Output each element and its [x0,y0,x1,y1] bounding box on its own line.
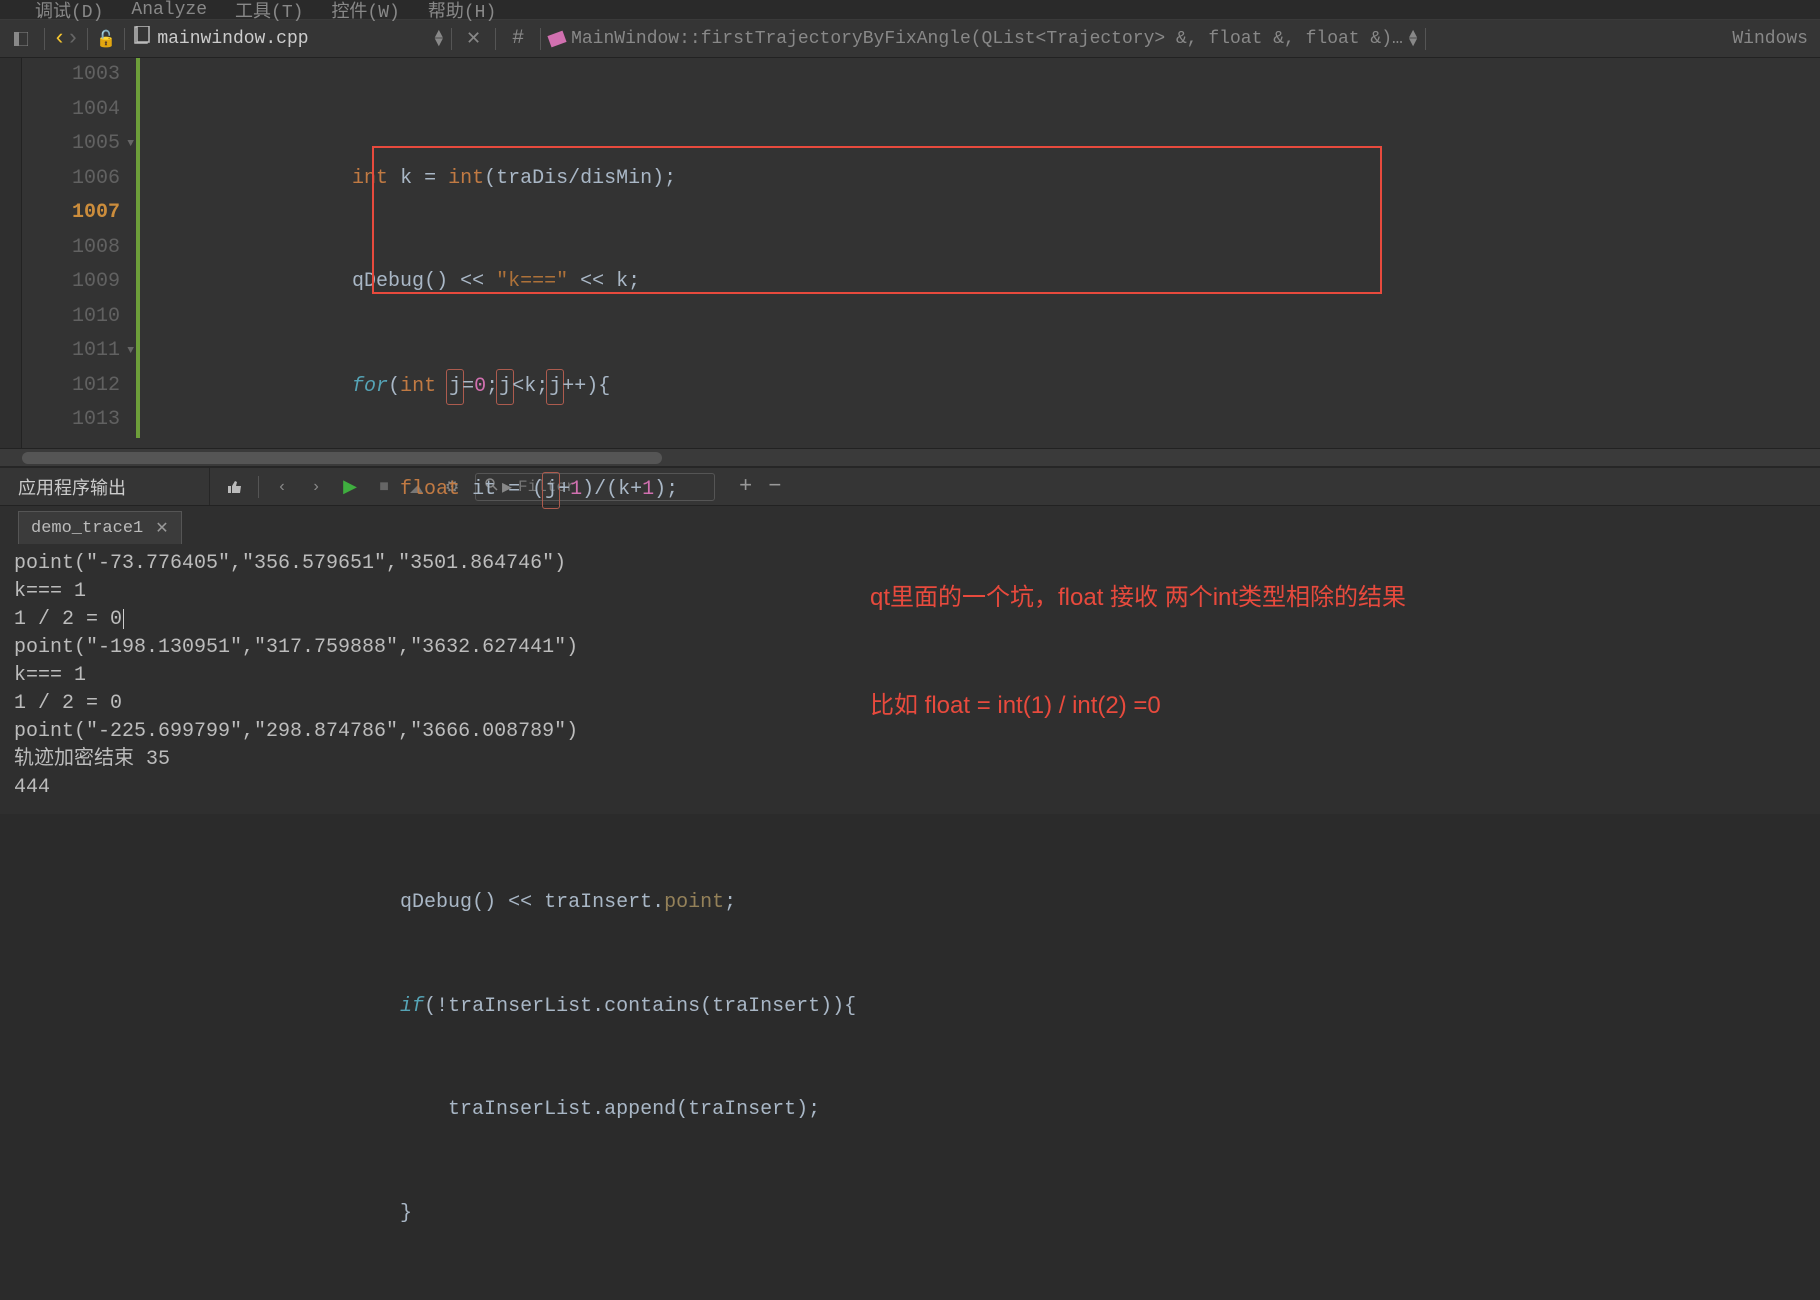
line-number: 1008 [22,231,120,266]
separator [451,28,452,50]
text-cursor [123,609,124,629]
sidebar-toggle-icon[interactable] [10,28,32,50]
horizontal-scrollbar[interactable] [0,448,1820,466]
line-number: 1006 [22,162,120,197]
annotation-text: qt里面的一个坑，float 接收 两个int类型相除的结果 [870,584,1406,612]
file-name[interactable]: mainwindow.cpp [157,29,308,49]
code-editor: 1003 1004 1005▼ 1006 1007 1008 1009 1010… [0,58,1820,448]
menu-help[interactable]: 帮助(H) [428,0,496,23]
menu-bar: 调试(D) Analyze 工具(T) 控件(W) 帮助(H) [0,0,1820,20]
line-number: 1010 [22,300,120,335]
fold-icon[interactable]: ▼ [127,334,134,369]
left-margin-strip [0,58,22,448]
nav-back-icon[interactable]: ‹ [53,26,66,51]
console-line: 轨迹加密结束 35 [14,746,1806,774]
code-area[interactable]: int k = int(traDis/disMin); qDebug() << … [140,58,1820,448]
line-number: 1003 [22,58,120,93]
nav-forward-icon[interactable]: › [66,26,79,51]
console-line: k=== 1 [14,662,1806,690]
menu-widgets[interactable]: 控件(W) [331,0,399,23]
scrollbar-thumb[interactable] [22,452,662,464]
platform-label[interactable]: Windows [1732,29,1808,49]
symbol-breadcrumb[interactable]: MainWindow::firstTrajectoryByFixAngle(QL… [571,29,1403,49]
separator [87,28,88,50]
line-number-gutter: 1003 1004 1005▼ 1006 1007 1008 1009 1010… [22,58,140,448]
fold-icon[interactable]: ▼ [127,127,134,162]
console-output[interactable]: point("-73.776405","356.579651","3501.86… [0,544,1820,814]
line-number: 1013 [22,403,120,438]
code-line: qDebug() << "k===" << k; [148,265,1820,300]
symbol-tag-icon [548,30,567,47]
menu-tools[interactable]: 工具(T) [235,0,303,23]
line-number: 1004 [22,93,120,128]
line-number: 1005▼ [22,127,120,162]
file-switch-updown-icon[interactable]: ▲▼ [435,31,443,47]
code-line: traInserList.append(traInsert); [148,1093,1820,1128]
editor-toolbar: ‹ › 🔓 mainwindow.cpp ▲▼ ✕ # MainWindow::… [0,20,1820,58]
code-line: qDebug() << traInsert.point; [148,886,1820,921]
code-line: } [148,1197,1820,1232]
separator [495,28,496,50]
code-line: for(int j=0;j<k;j++){ [148,369,1820,404]
separator [1425,28,1426,50]
line-number: 1012 [22,369,120,404]
menu-analyze[interactable]: Analyze [131,0,207,20]
hash-icon[interactable]: # [512,27,524,50]
console-line: point("-198.130951","317.759888","3632.6… [14,634,1806,662]
line-number: 1009 [22,265,120,300]
console-line: 444 [14,774,1806,802]
separator [540,28,541,50]
code-line: int k = int(traDis/disMin); [148,162,1820,197]
file-icon [133,26,151,52]
close-file-icon[interactable]: ✕ [466,28,481,50]
separator [44,28,45,50]
lock-icon[interactable]: 🔓 [96,29,116,49]
line-number-active: 1007 [22,196,120,231]
menu-debug[interactable]: 调试(D) [35,0,103,23]
console-line: point("-73.776405","356.579651","3501.86… [14,550,1806,578]
code-line: float it = (j+1)/(k+1); [148,472,1820,507]
annotation-text: 比如 float = int(1) / int(2) =0 [870,692,1161,720]
code-line: if(!traInserList.contains(traInsert)){ [148,990,1820,1025]
console-line: point("-225.699799","298.874786","3666.0… [14,718,1806,746]
symbol-switch-updown-icon[interactable]: ▲▼ [1409,31,1417,47]
separator [124,28,125,50]
output-tab-label: demo_trace1 [31,519,143,538]
line-number: 1011▼ [22,334,120,369]
